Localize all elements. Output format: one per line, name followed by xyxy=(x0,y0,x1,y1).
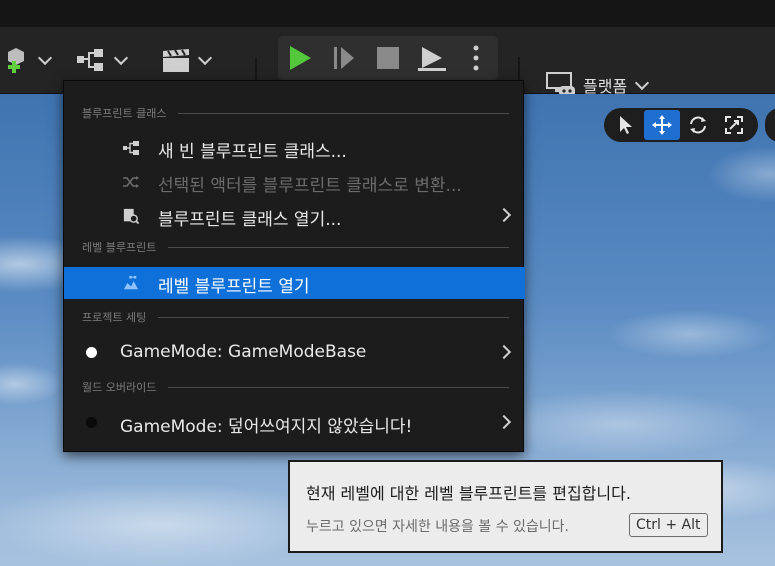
eject-icon xyxy=(418,47,446,71)
shuffle-icon xyxy=(123,176,139,188)
play-icon xyxy=(290,46,311,70)
menu-item-convert-actor: 선택된 액터를 블루프린트 클래스로 변환... xyxy=(64,166,525,198)
menu-item-gamemode-world[interactable]: GameMode: 덮어쓰여지지 않았습니다! xyxy=(64,407,525,439)
section-header-project-settings: 프로젝트 세팅 xyxy=(64,306,525,328)
step-button[interactable] xyxy=(322,36,366,80)
section-header-label: 프로젝트 세팅 xyxy=(82,311,147,324)
blueprint-nodes-icon xyxy=(123,141,139,155)
section-divider xyxy=(158,316,509,318)
stop-button[interactable] xyxy=(366,36,410,80)
blueprint-nodes-icon xyxy=(77,49,103,71)
scale-icon xyxy=(725,116,743,134)
status-dot-icon xyxy=(86,347,97,358)
section-header-blueprint-class: 블루프린트 클래스 xyxy=(64,102,525,124)
menu-item-label: 선택된 액터를 블루프린트 클래스로 변환... xyxy=(158,176,462,196)
section-header-label: 레벨 블루프린트 xyxy=(82,241,157,254)
eject-button[interactable] xyxy=(410,36,454,80)
tooltip-shortcut-key: Ctrl + Alt xyxy=(629,513,708,537)
section-header-level-blueprint: 레벨 블루프린트 xyxy=(64,236,525,258)
cube-plus-icon xyxy=(8,48,24,73)
chevron-right-icon xyxy=(496,344,512,360)
tooltip-main-text: 현재 레벨에 대한 레벨 블루프린트를 편집합니다. xyxy=(306,484,631,503)
clapperboard-icon xyxy=(163,49,189,72)
rotate-tool-button[interactable] xyxy=(680,110,716,140)
section-divider xyxy=(168,246,509,248)
chevron-down-icon xyxy=(197,50,213,66)
tooltip: 현재 레벨에 대한 레벨 블루프린트를 편집합니다. 누르고 있으면 자세한 내… xyxy=(288,460,723,553)
menu-item-label: GameMode: GameModeBase xyxy=(120,342,367,362)
scale-tool-button[interactable] xyxy=(716,110,752,140)
blueprint-button[interactable] xyxy=(68,40,136,80)
step-forward-icon xyxy=(334,47,354,69)
section-divider xyxy=(168,386,509,388)
menu-item-label: GameMode: 덮어쓰여지지 않았습니다! xyxy=(120,417,413,437)
chevron-right-icon xyxy=(496,207,512,223)
chevron-down-icon xyxy=(113,50,129,66)
menu-item-label: 블루프린트 클래스 열기... xyxy=(158,210,342,230)
chevron-down-icon xyxy=(635,75,650,91)
more-options-button[interactable] xyxy=(454,36,498,80)
play-controls xyxy=(278,36,498,80)
title-strip xyxy=(0,0,775,27)
menu-item-new-blueprint[interactable]: 새 빈 블루프린트 클래스... xyxy=(64,132,525,164)
cinematics-button[interactable] xyxy=(154,40,220,80)
more-vertical-icon xyxy=(473,45,479,71)
play-button[interactable] xyxy=(278,36,322,80)
menu-item-label: 새 빈 블루프린트 클래스... xyxy=(158,142,347,162)
menu-item-open-level-blueprint[interactable]: 레벨 블루프린트 열기 xyxy=(64,267,525,299)
section-header-label: 블루프린트 클래스 xyxy=(82,107,167,120)
cursor-arrow-icon xyxy=(620,116,632,134)
menu-item-gamemode-project[interactable]: GameMode: GameModeBase xyxy=(64,337,525,369)
stop-icon xyxy=(377,47,399,69)
level-blueprint-icon xyxy=(123,275,139,290)
select-tool-button[interactable] xyxy=(608,110,644,140)
rotate-icon xyxy=(690,116,706,134)
move-arrows-icon xyxy=(652,115,672,135)
menu-item-open-blueprint-class[interactable]: 블루프린트 클래스 열기... xyxy=(64,200,525,232)
chevron-right-icon xyxy=(496,414,512,430)
section-divider xyxy=(178,112,509,114)
viewport-transform-tools xyxy=(604,108,758,142)
blueprint-dropdown-menu: 블루프린트 클래스 새 빈 블루프린트 클래스... 선택된 액터를 블루프린트… xyxy=(63,80,525,452)
chevron-down-icon xyxy=(37,50,53,66)
section-header-world-override: 월드 오버라이드 xyxy=(64,376,525,398)
add-actor-group xyxy=(0,27,60,93)
open-blueprint-search-icon xyxy=(123,208,140,224)
tooltip-hint-text: 누르고 있으면 자세한 내용을 볼 수 있습니다. xyxy=(306,519,569,535)
menu-item-label: 레벨 블루프린트 열기 xyxy=(158,277,310,297)
section-header-label: 월드 오버라이드 xyxy=(82,381,157,394)
add-actor-button[interactable] xyxy=(0,40,60,80)
move-tool-button[interactable] xyxy=(644,110,680,140)
status-dot-icon xyxy=(86,417,97,428)
